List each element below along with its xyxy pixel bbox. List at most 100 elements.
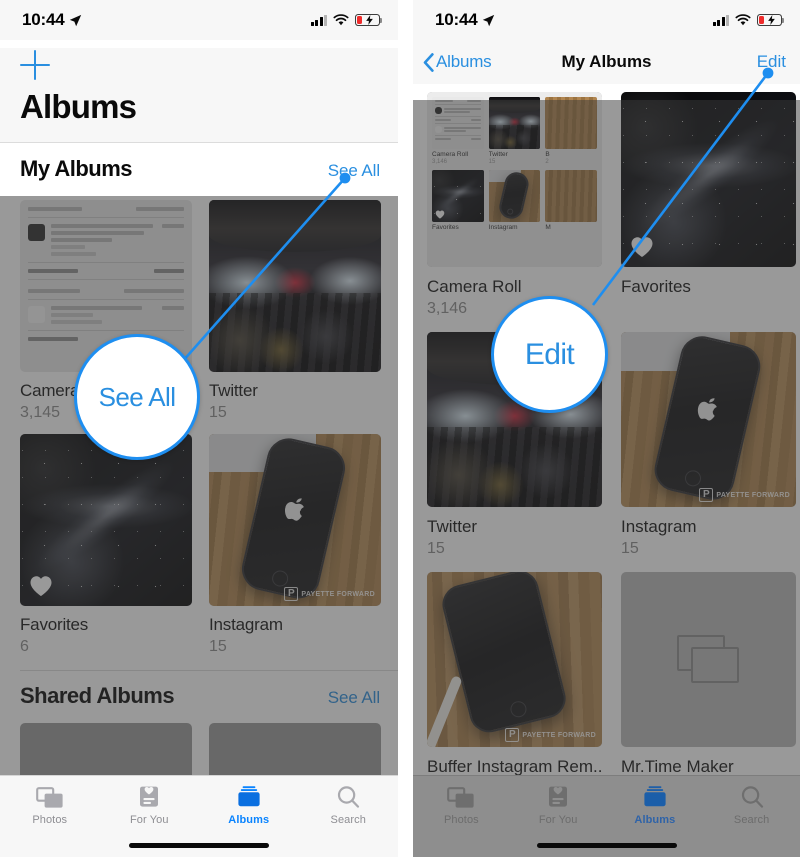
tab-search[interactable]: Search [703,785,800,826]
section-title: Shared Albums [20,683,175,708]
watermark: P PAYETTE FORWARD [284,587,375,601]
album-cell[interactable]: P PAYETTE FORWARD Instagram 15 [209,434,381,656]
location-arrow-icon [483,14,495,26]
album-name: Favorites [621,277,691,296]
screenshot-root: 10:44 Albums My Albums See All Camera Ro… [0,0,800,857]
back-button-label: Albums [436,52,492,71]
status-bar-time: 10:44 [22,10,65,29]
album-cell[interactable]: Twitter 15 [209,200,381,422]
watermark: P PAYETTE FORWARD [505,728,596,742]
see-all-button[interactable]: See All [328,688,380,708]
cellular-signal-icon [712,14,729,26]
album-count: 15 [621,540,639,557]
album-thumbnail[interactable] [621,92,796,267]
album-name: Buffer Instagram Rem... [427,757,602,776]
callout-label: Edit [524,337,575,371]
tab-albums[interactable]: Albums [199,785,299,826]
tab-search[interactable]: Search [299,785,399,826]
album-name: Camera Roll [432,151,469,159]
battery-charging-low-icon [355,14,383,26]
location-arrow-icon [70,14,82,26]
album-count: 3,146 [432,159,448,166]
status-bar-time: 10:44 [435,10,478,29]
album-cell[interactable]: Mr.Time Maker [621,572,796,777]
album-name: Twitter [427,517,478,536]
album-count: 15 [488,159,496,166]
album-thumbnail[interactable]: P PAYETTE FORWARD [209,434,381,606]
album-thumbnail[interactable]: P PAYETTE FORWARD [621,332,796,507]
photo-stack-icon [676,634,741,685]
album-thumbnail[interactable]: Camera Roll 3,146 Twitter 15 B 2 Favorit… [427,92,602,267]
album-name: Favorites [432,224,459,232]
page-title: Albums [20,88,137,125]
audience-thumbnail-art [209,200,381,372]
tab-albums[interactable]: Albums [607,785,704,826]
tab-label: Photos [443,814,479,826]
album-name: Favorites [20,615,89,634]
home-indicator [129,843,269,848]
tab-label: Search [330,814,366,826]
album-cell[interactable]: P PAYETTE FORWARD Instagram 15 [621,332,796,558]
tab-for-you[interactable]: For You [100,785,200,826]
callout-label: See All [98,381,176,412]
search-magnifier-icon [338,786,360,808]
album-count: 2 [545,159,549,166]
apple-logo-icon [284,498,304,521]
album-count: 6 [20,638,29,655]
section-title: My Albums [20,156,133,181]
right-phone-screen: 10:44 Albums My Albums Edit Camera Roll … [413,0,800,857]
status-bar-left: 10:44 [435,10,495,30]
album-thumbnail[interactable] [209,200,381,372]
back-button[interactable]: Albums [423,52,492,72]
album-name: B [545,151,550,159]
wifi-icon [735,14,751,26]
album-cell[interactable]: Favorites 6 [20,434,192,656]
watermark: P PAYETTE FORWARD [699,488,790,502]
albums-folder-icon [644,786,666,807]
edit-button[interactable]: Edit [757,52,786,72]
album-cell[interactable]: Favorites [621,92,796,318]
tab-label: Albums [228,814,270,826]
my-albums-grid: Camera Roll 3,146 Twitter 15 B 2 Favorit… [413,84,800,777]
albums-folder-icon [238,786,260,807]
status-bar-right [712,14,785,26]
album-count: 15 [209,404,227,421]
for-you-card-icon [140,786,159,807]
status-bar-right [310,14,383,26]
album-count: 15 [427,540,445,557]
album-thumbnail[interactable]: P PAYETTE FORWARD [427,572,602,747]
album-name: Twitter [209,381,258,400]
galaxy-thumbnail-art [621,92,796,267]
cellular-signal-icon [310,14,327,26]
galaxy-thumbnail-art [20,434,192,606]
my-albums-section-header: My Albums See All [0,143,398,194]
album-thumbnail[interactable] [621,572,796,747]
wood-charging-thumbnail-art: P PAYETTE FORWARD [427,572,602,747]
tab-photos[interactable]: Photos [0,785,100,826]
navigation-bar: Albums My Albums Edit [413,40,800,84]
album-cell[interactable]: Camera Roll 3,146 Twitter 15 B 2 Favorit… [427,92,602,318]
album-name: Mr.Time Maker [621,757,734,776]
shared-albums-section-header: Shared Albums See All [0,671,398,721]
my-albums-grid: Camera Roll 3,145 Twitter 15 B 2 [0,194,398,656]
plus-icon[interactable] [18,48,52,82]
album-thumbnail[interactable] [20,434,192,606]
heart-icon [631,237,653,257]
tab-photos[interactable]: Photos [413,785,510,826]
tab-for-you[interactable]: For You [510,785,607,826]
left-phone-screen: 10:44 Albums My Albums See All Camera Ro… [0,0,398,857]
album-name: Instagram [621,517,697,536]
heart-icon [30,576,52,596]
tab-bar: Photos For You Albums Search [413,775,800,857]
for-you-card-icon [549,786,568,807]
see-all-button[interactable]: See All [328,161,380,181]
album-name: Twitter [488,151,508,159]
chevron-left-icon [423,52,434,72]
wood-phone-thumbnail-art: P PAYETTE FORWARD [621,332,796,507]
tab-label: For You [129,814,169,826]
tab-label: Photos [32,814,68,826]
apple-logo-icon [697,397,717,421]
album-cell[interactable]: P PAYETTE FORWARD Buffer Instagram Rem... [427,572,602,777]
album-name: M [545,224,551,232]
battery-charging-low-icon [757,14,785,26]
